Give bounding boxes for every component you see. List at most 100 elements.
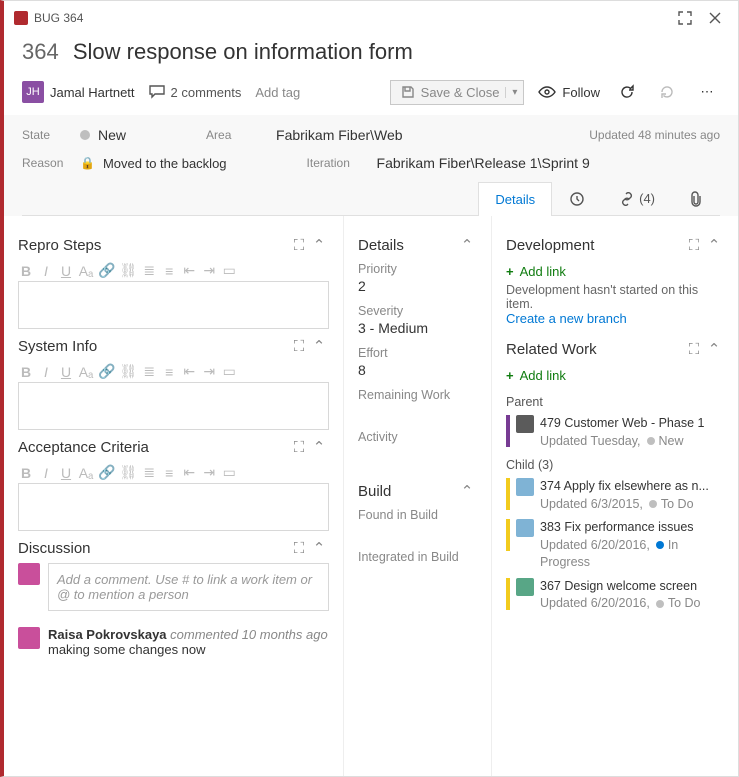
attachment-icon [689,191,703,207]
comments-count: 2 comments [171,85,242,100]
collapse-icon[interactable]: ⌃ [704,340,724,358]
assignee-picker[interactable]: JH Jamal Hartnett [22,81,135,103]
work-item-title[interactable]: 364 Slow response on information form [22,39,720,65]
chevron-down-icon[interactable]: ▾ [505,87,517,98]
undo-button[interactable] [654,79,680,105]
type-bar [506,415,510,447]
window-type: BUG [34,11,60,25]
repro-steps-editor[interactable] [18,281,329,329]
area-label: Area [206,128,276,142]
link-icon [619,192,635,206]
bug-icon [14,11,28,25]
type-bar [506,519,510,551]
priority-value[interactable]: 2 [358,278,477,296]
effort-value[interactable]: 8 [358,362,477,380]
repro-steps-header: Repro Steps [18,237,289,254]
related-work-header: Related Work [506,341,684,358]
maximize-icon[interactable]: ⛶ [289,540,309,557]
rte-toolbar[interactable]: BIUAₐ🔗⛓≣≡⇤⇥▭ [18,260,329,281]
found-build-label: Found in Build [358,508,477,522]
related-item[interactable]: 367 Design welcome screen Updated 6/20/2… [506,578,724,613]
maximize-icon[interactable]: ⛶ [684,341,704,358]
more-actions-button[interactable]: ⋯ [694,79,720,105]
collapse-icon[interactable]: ⌃ [309,236,329,254]
add-dev-link-button[interactable]: +Add link [506,264,566,279]
found-build-value[interactable] [358,524,477,542]
collapse-icon[interactable]: ⌃ [309,337,329,355]
window-id: 364 [63,11,83,25]
build-header: Build [358,483,457,500]
close-icon[interactable] [702,5,728,31]
comment-icon [149,85,165,99]
area-value[interactable]: Fabrikam Fiber\Web [276,127,589,143]
remaining-value[interactable] [358,404,477,422]
updated-time: Updated 48 minutes ago [589,128,720,142]
commenter-name: Raisa Pokrovskaya [48,627,167,642]
state-value[interactable]: New [80,127,126,143]
rte-toolbar[interactable]: BIUAₐ🔗⛓≣≡⇤⇥▭ [18,361,329,382]
related-item[interactable]: 479 Customer Web - Phase 1 Updated Tuesd… [506,415,724,450]
add-tag-button[interactable]: Add tag [255,85,300,100]
integrated-build-label: Integrated in Build [358,550,477,564]
follow-button[interactable]: Follow [538,85,600,100]
state-dot [647,437,655,445]
tab-links[interactable]: (4) [602,181,672,215]
avatar: JH [22,81,44,103]
avatar [18,563,40,585]
refresh-button[interactable] [614,79,640,105]
collapse-icon[interactable]: ⌃ [309,438,329,456]
activity-value[interactable] [358,446,477,464]
add-related-link-button[interactable]: +Add link [506,368,566,383]
history-icon [569,191,585,207]
iteration-label: Iteration [307,156,377,170]
activity-label: Activity [358,430,477,444]
comments-link[interactable]: 2 comments [149,85,242,100]
system-info-editor[interactable] [18,382,329,430]
reason-value[interactable]: 🔒Moved to the backlog [80,156,227,171]
maximize-icon[interactable]: ⛶ [289,439,309,456]
save-icon [401,85,415,99]
acceptance-editor[interactable] [18,483,329,531]
discussion-header: Discussion [18,540,289,557]
iteration-value[interactable]: Fabrikam Fiber\Release 1\Sprint 9 [377,155,720,171]
plus-icon: + [506,264,514,279]
work-item-icon [516,415,534,433]
effort-label: Effort [358,346,477,360]
state-label: State [22,128,80,142]
eye-icon [538,85,556,99]
work-item-id: 364 [22,39,59,64]
lock-icon: 🔒 [80,156,95,170]
severity-value[interactable]: 3 - Medium [358,320,477,338]
child-group-label: Child (3) [506,458,724,472]
maximize-icon[interactable]: ⛶ [289,237,309,254]
collapse-icon[interactable]: ⌃ [457,236,477,254]
state-dot [656,600,664,608]
integrated-build-value[interactable] [358,566,477,584]
collapse-icon[interactable]: ⌃ [309,539,329,557]
tab-attachments[interactable] [672,181,720,215]
severity-label: Severity [358,304,477,318]
save-close-button[interactable]: Save & Close ▾ [390,80,525,105]
collapse-icon[interactable]: ⌃ [704,236,724,254]
avatar [516,519,534,537]
maximize-icon[interactable]: ⛶ [289,338,309,355]
related-item[interactable]: 374 Apply fix elsewhere as n... Updated … [506,478,724,513]
development-header: Development [506,237,684,254]
system-info-header: System Info [18,338,289,355]
tab-details[interactable]: Details [478,182,552,216]
maximize-icon[interactable]: ⛶ [684,237,704,254]
rte-toolbar[interactable]: BIUAₐ🔗⛓≣≡⇤⇥▭ [18,462,329,483]
avatar [18,627,40,649]
type-bar [506,478,510,510]
tab-history[interactable] [552,181,602,215]
comment-meta: commented 10 months ago [170,627,328,642]
avatar [516,478,534,496]
discussion-input[interactable]: Add a comment. Use # to link a work item… [48,563,329,611]
assignee-name: Jamal Hartnett [50,85,135,100]
collapse-icon[interactable]: ⌃ [457,482,477,500]
related-item[interactable]: 383 Fix performance issues Updated 6/20/… [506,519,724,572]
fullscreen-icon[interactable] [672,5,698,31]
state-dot [80,130,90,140]
dev-empty-message: Development hasn't started on this item. [506,283,724,311]
create-branch-link[interactable]: Create a new branch [506,311,627,326]
